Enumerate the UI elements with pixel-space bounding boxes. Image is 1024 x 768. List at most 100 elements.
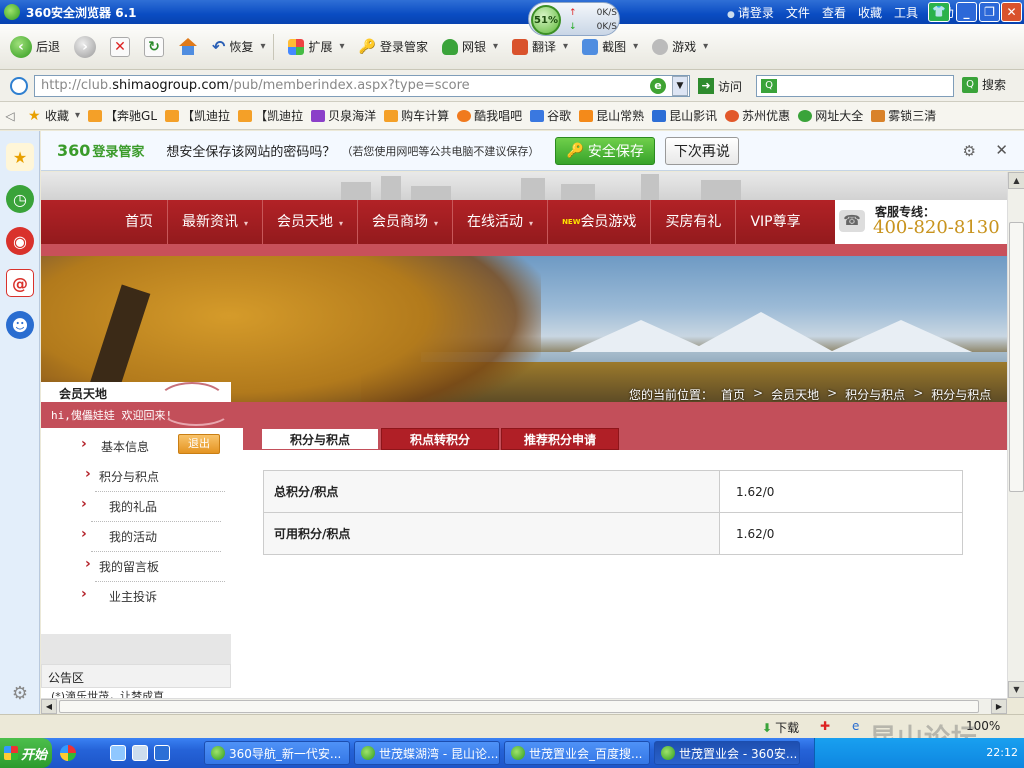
close-button[interactable]: ✕ (1001, 2, 1022, 22)
nav-member-mall[interactable]: 会员商场 ▾ (357, 200, 452, 244)
nav-home[interactable]: 首页 (111, 200, 167, 244)
extend-button[interactable]: 扩展 (284, 32, 348, 62)
menu-score[interactable]: 积分与积点 (85, 462, 235, 492)
address-dropdown-icon[interactable]: ▼ (672, 76, 688, 96)
ie-mode-icon[interactable]: e (852, 719, 859, 733)
quicklaunch-icon[interactable] (132, 745, 148, 761)
fav-item[interactable]: 昆山影讯 (652, 107, 717, 124)
menu-message-board[interactable]: 我的留言板 (85, 552, 235, 582)
screenshot-label: 截图 (602, 40, 627, 54)
weibo-icon[interactable]: ◉ (6, 227, 34, 255)
login-manager-button[interactable]: 🔑 登录管家 (355, 32, 432, 62)
menu-favorites[interactable]: 收藏 (858, 4, 882, 21)
fav-item[interactable]: 网址大全 (798, 107, 863, 124)
horizontal-scrollbar[interactable]: ◀ ▶ (41, 698, 1007, 714)
settings-gear-icon[interactable]: ⚙ (963, 142, 976, 160)
history-clock-icon[interactable]: ◷ (6, 185, 34, 213)
settings-gear-icon[interactable]: ⚙ (6, 679, 34, 707)
favorites-scroll-left-icon[interactable]: ◁ (0, 109, 20, 123)
fav-item[interactable]: 贝泉海洋 (311, 107, 376, 124)
chat-icon[interactable]: ☻ (6, 311, 34, 339)
taskbar-window[interactable]: 世茂蝶湖湾 - 昆山论... (354, 741, 500, 765)
refresh-button[interactable]: ↻ (140, 32, 168, 62)
menu-view[interactable]: 查看 (822, 4, 846, 21)
taskbar-window[interactable]: 360导航_新一代安... (204, 741, 350, 765)
fav-item[interactable]: 【奔驰GL (88, 107, 157, 124)
clock[interactable]: 22:12 (986, 746, 1018, 759)
login-link[interactable]: 请登录 (727, 4, 774, 21)
restore-button[interactable]: ↶ 恢复 (208, 32, 269, 62)
home-button[interactable] (174, 32, 202, 62)
safe-save-button[interactable]: 🔑 安全保存 (555, 136, 655, 165)
screenshot-button[interactable]: 截图 (578, 32, 642, 62)
stop-button[interactable]: ✕ (106, 32, 134, 62)
taskbar-window[interactable]: 世茂置业会_百度搜... (504, 741, 650, 765)
fav-item[interactable]: 酷我唱吧 (457, 107, 522, 124)
scroll-left-icon[interactable]: ◀ (41, 699, 57, 714)
shield-icon (441, 38, 458, 55)
mail-icon[interactable]: @ (6, 269, 34, 297)
fav-item[interactable]: 苏州优惠 (725, 107, 790, 124)
extensions-icon (288, 38, 305, 55)
network-meter[interactable]: 51% 0K/S 0K/S (528, 2, 620, 36)
breadcrumb-home[interactable]: 首页 (721, 386, 745, 403)
site-info-icon[interactable] (10, 77, 28, 95)
search-button[interactable]: Q 搜索 (962, 76, 1006, 93)
scroll-right-icon[interactable]: ▶ (991, 699, 1007, 714)
tab-referral-apply[interactable]: 推荐积分申请 (501, 428, 619, 450)
fav-item[interactable]: 雾锁三清 (871, 107, 936, 124)
fav-item[interactable]: 购车计算 (384, 107, 449, 124)
breadcrumb-score[interactable]: 积分与积点 (845, 386, 905, 403)
games-button[interactable]: 游戏 (648, 32, 712, 62)
nav-member-games[interactable]: NEW会员游戏 (547, 200, 650, 244)
search-engine-icon[interactable]: Q (761, 79, 777, 93)
menu-file[interactable]: 文件 (786, 4, 810, 21)
fav-item[interactable]: 谷歌 (530, 107, 571, 124)
not-now-button[interactable]: 下次再说 (664, 136, 739, 165)
visit-button[interactable]: ➜ 访问 (698, 76, 742, 96)
menu-tools[interactable]: 工具 (894, 4, 918, 21)
tab-score[interactable]: 积分与积点 (261, 428, 379, 450)
compat-mode-icon[interactable]: e (650, 78, 666, 94)
menu-owner-complaint[interactable]: 业主投诉 (81, 582, 231, 612)
fav-item[interactable]: 【凯迪拉 (238, 107, 303, 124)
nav-news[interactable]: 最新资讯 ▾ (167, 200, 262, 244)
notice-item[interactable]: (*)滴乐世茂，让梦成真 (51, 688, 164, 698)
nav-house-gifts[interactable]: 买房有礼 (650, 200, 735, 244)
skin-shirt-icon[interactable]: 👕 (928, 2, 950, 22)
ie-icon[interactable] (110, 745, 126, 761)
nav-online-events[interactable]: 在线活动 ▾ (452, 200, 547, 244)
scroll-up-icon[interactable]: ▲ (1008, 172, 1024, 189)
netbank-button[interactable]: 网银 (438, 32, 502, 62)
address-input[interactable]: http://club.shimaogroup.com/pub/memberin… (34, 75, 690, 97)
fav-item[interactable]: 【凯迪拉 (165, 107, 230, 124)
breadcrumb-label: 您的当前位置： (629, 388, 714, 402)
vertical-scrollbar[interactable]: ▲ ▼ (1007, 172, 1024, 698)
taskbar-window-active[interactable]: 世茂置业会 - 360安... (654, 741, 800, 765)
logout-button[interactable]: 退出 (178, 434, 220, 454)
fav-item[interactable]: 昆山常熟 (579, 107, 644, 124)
scroll-thumb[interactable] (59, 700, 979, 713)
add-icon[interactable]: ✚ (820, 719, 830, 733)
nav-vip[interactable]: VIP尊享 (735, 200, 814, 244)
quicklaunch-icon[interactable] (60, 745, 76, 761)
translate-button[interactable]: 翻译 (508, 32, 572, 62)
star-icon[interactable]: ★ (6, 143, 34, 171)
tab-points-convert[interactable]: 积点转积分 (381, 428, 499, 450)
favorites-menu[interactable]: ★ 收藏 (28, 107, 80, 124)
scroll-down-icon[interactable]: ▼ (1008, 681, 1024, 698)
back-button[interactable]: ‹ 后退 (6, 32, 64, 62)
menu-my-activities[interactable]: 我的活动 (81, 522, 231, 552)
minimize-button[interactable]: _ (956, 2, 977, 22)
nav-member-area[interactable]: 会员天地 ▾ (262, 200, 357, 244)
maximize-button[interactable]: ❐ (979, 2, 1000, 22)
scroll-thumb[interactable] (1009, 222, 1024, 492)
forward-button[interactable]: › (70, 32, 100, 62)
quicklaunch-icon[interactable] (154, 745, 170, 761)
menu-my-gifts[interactable]: 我的礼品 (81, 492, 231, 522)
breadcrumb-member-area[interactable]: 会员天地 (771, 386, 819, 403)
download-button[interactable]: ⬇ 下载 (762, 719, 799, 736)
search-input[interactable]: Q (756, 75, 954, 97)
close-icon[interactable]: ✕ (995, 141, 1008, 159)
start-button[interactable]: 开始 (0, 738, 52, 768)
